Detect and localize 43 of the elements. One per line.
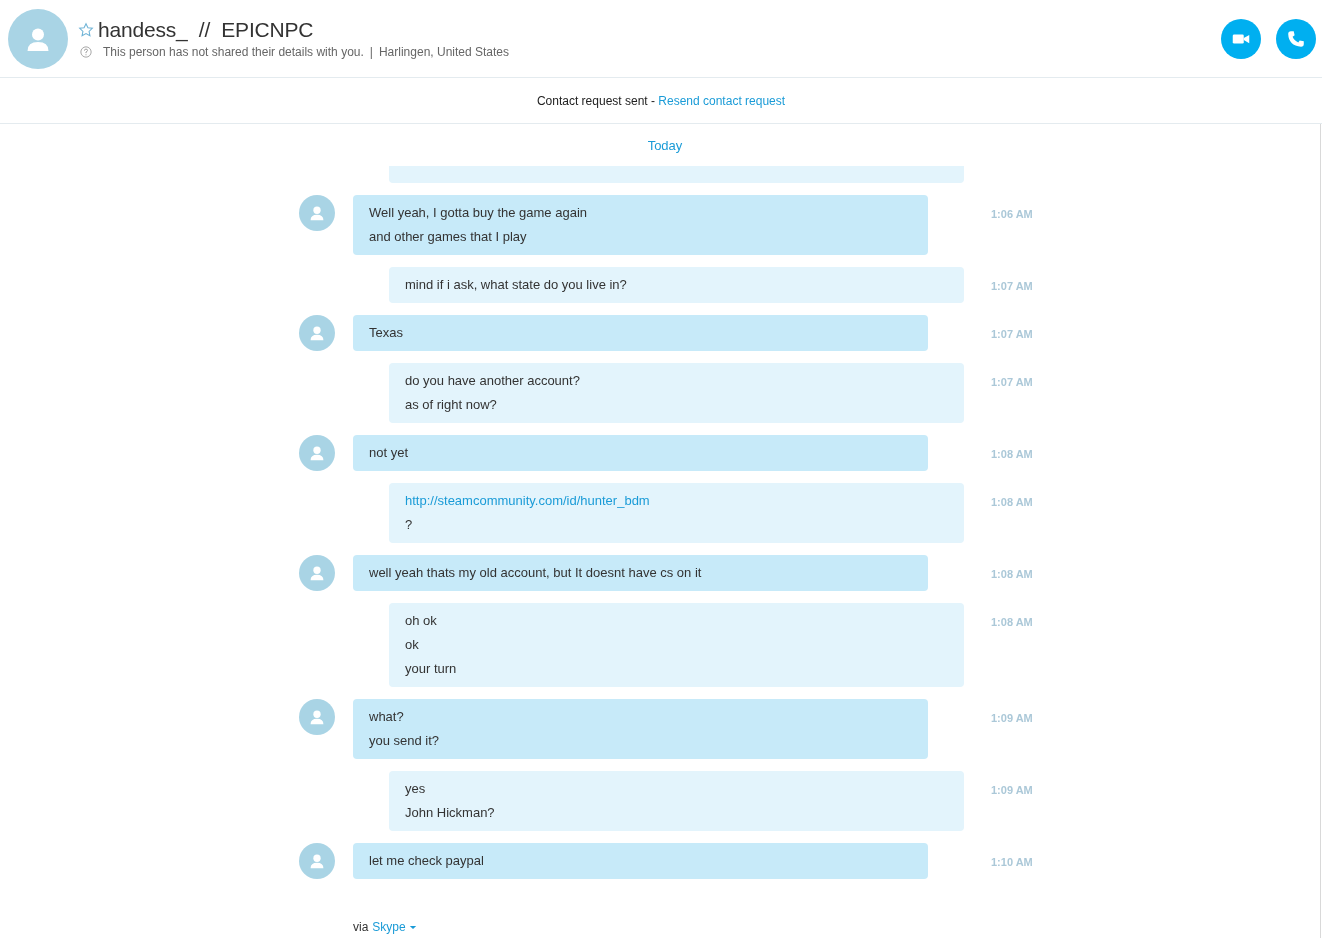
message-text: your turn bbox=[405, 660, 458, 678]
message-text: you send it? bbox=[369, 732, 441, 750]
day-label: Today bbox=[647, 137, 683, 153]
service-selector[interactable]: Skype bbox=[372, 920, 417, 934]
location-text: Harlingen, United States bbox=[378, 45, 509, 59]
details-text: This person has not shared their details with you. bbox=[103, 45, 364, 59]
star-icon[interactable] bbox=[78, 22, 94, 38]
message-text: ok bbox=[405, 636, 420, 654]
message-time: 1:07 AM bbox=[991, 280, 1033, 292]
message-time: 1:07 AM bbox=[991, 376, 1033, 388]
message-time: 1:08 AM bbox=[991, 496, 1033, 508]
caret-icon bbox=[408, 924, 417, 930]
separator-text: | bbox=[369, 45, 373, 59]
help-icon bbox=[80, 46, 92, 58]
message-time: 1:10 AM bbox=[991, 856, 1033, 868]
message-time: 1:08 AM bbox=[991, 448, 1033, 460]
contact-name: handess_ // EPICNPC bbox=[98, 18, 314, 42]
message-text: mind if i ask, what state do you live in? bbox=[405, 276, 628, 294]
message-time: 1:09 AM bbox=[991, 712, 1033, 724]
message-time: 1:06 AM bbox=[991, 208, 1033, 220]
message-time: 1:08 AM bbox=[991, 616, 1033, 628]
message-text: oh ok bbox=[405, 612, 438, 630]
message-text: John Hickman? bbox=[405, 804, 496, 822]
message-text: ? bbox=[405, 516, 414, 534]
contact-request-text: Contact request sent - Resend contact request bbox=[536, 93, 786, 108]
message-time: 1:07 AM bbox=[991, 328, 1033, 340]
message-time: 1:09 AM bbox=[991, 784, 1033, 796]
call-button[interactable] bbox=[1276, 18, 1316, 59]
message-text: let me check paypal bbox=[369, 852, 485, 870]
message-link[interactable]: http://steamcommunity.com/id/hunter_bdm bbox=[405, 489, 948, 513]
resend-link[interactable]: Resend contact request bbox=[658, 93, 786, 108]
message-text: well yeah thats my old account, but It doesnt have cs on it bbox=[369, 564, 703, 582]
message-time: 1:08 AM bbox=[991, 568, 1033, 580]
message-text: and other games that I play bbox=[369, 228, 528, 246]
message-text: what? bbox=[369, 708, 405, 726]
message-text: not yet bbox=[369, 444, 410, 462]
via-text: via bbox=[353, 920, 369, 934]
message-text: Texas bbox=[369, 324, 404, 342]
video-call-button[interactable] bbox=[1221, 18, 1261, 59]
message-text: do you have another account? bbox=[405, 372, 581, 390]
message-text: yes bbox=[405, 780, 427, 798]
message-text: as of right now? bbox=[405, 396, 498, 414]
message-text: Well yeah, I gotta buy the game again bbox=[369, 204, 588, 222]
